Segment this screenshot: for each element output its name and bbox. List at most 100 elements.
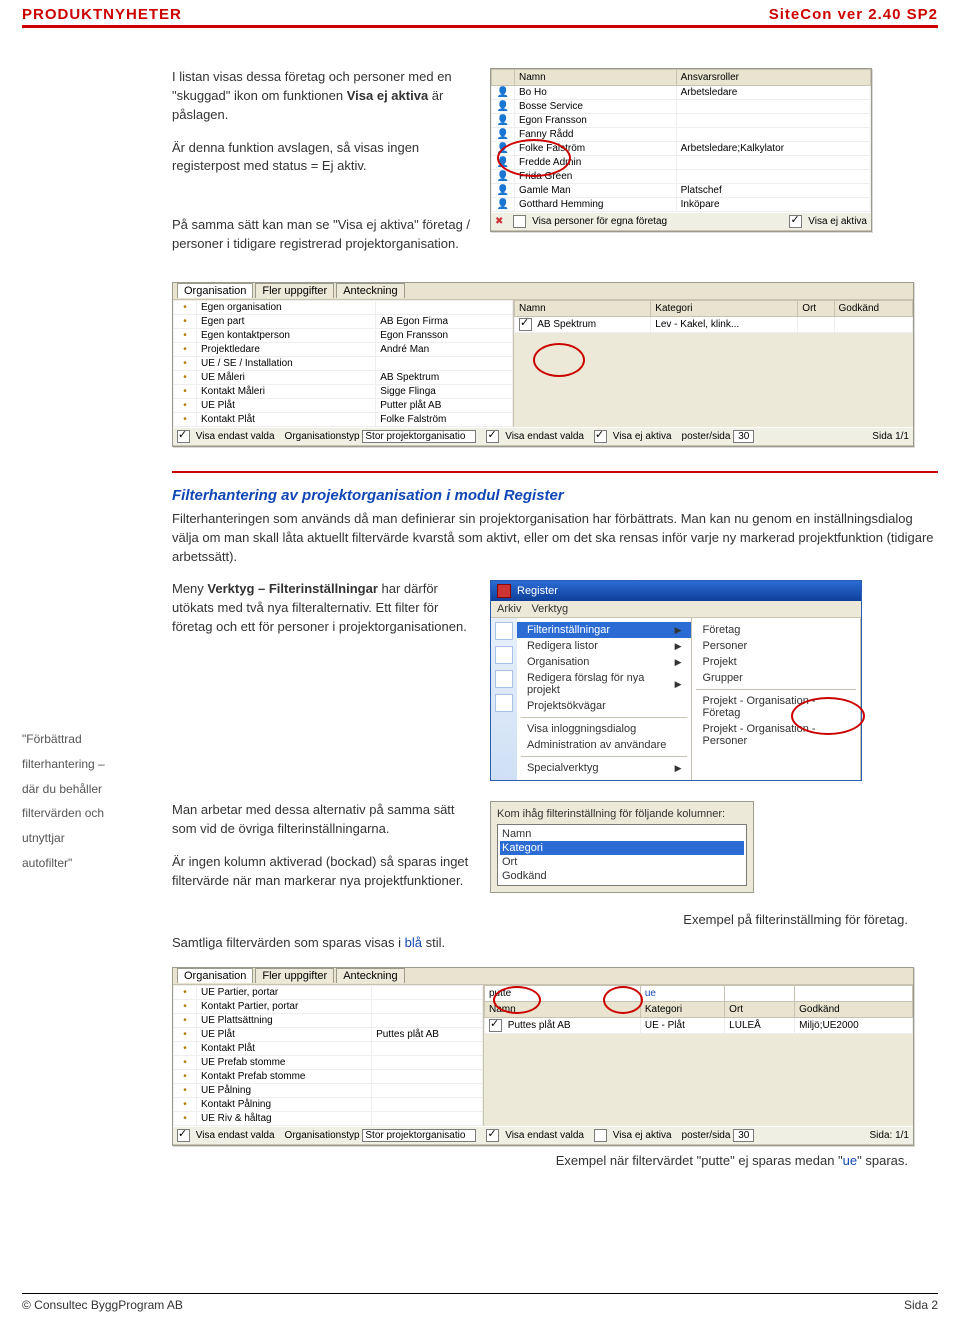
- table-row[interactable]: •Kontakt Prefab stomme: [174, 1069, 483, 1083]
- app-icon[interactable]: [495, 694, 513, 712]
- table-row[interactable]: 👤Fanny Rådd: [492, 128, 871, 142]
- menu-item[interactable]: Personer: [692, 638, 860, 654]
- menu-item[interactable]: Grupper: [692, 670, 860, 686]
- menu-item[interactable]: Organisation▶: [517, 654, 692, 670]
- dropdown[interactable]: Stor projektorganisatio: [362, 430, 476, 443]
- menu-item[interactable]: Redigera listor▶: [517, 638, 692, 654]
- app-icon[interactable]: [495, 670, 513, 688]
- menu-item[interactable]: Specialverktyg▶: [517, 760, 692, 776]
- side-quote-line: utnyttjar: [22, 827, 172, 850]
- table-row[interactable]: •UE Pålning: [174, 1083, 483, 1097]
- list-item[interactable]: Namn: [500, 827, 744, 841]
- section-heading: Filterhantering av projektorganisation i…: [172, 487, 938, 504]
- header-left: PRODUKTNYHETER: [22, 6, 182, 23]
- input-pagesize[interactable]: 30: [733, 430, 754, 443]
- menu-item[interactable]: Arkiv: [497, 603, 521, 615]
- table-row[interactable]: •Kontakt MåleriSigge Flinga: [174, 384, 513, 398]
- table-row[interactable]: 👤Folke FalströmArbetsledare;Kalkylator: [492, 142, 871, 156]
- delete-icon[interactable]: ✖: [495, 216, 503, 227]
- checkbox[interactable]: [594, 430, 607, 443]
- dropdown[interactable]: Stor projektorganisatio: [362, 1129, 476, 1142]
- table-row[interactable]: 👤Gotthard HemmingInköpare: [492, 198, 871, 212]
- table-row[interactable]: Puttes plåt ABUE - PlåtLULEÅMiljö;UE2000: [485, 1017, 913, 1033]
- person-icon: 👤: [492, 170, 515, 184]
- table-row[interactable]: 👤Egon Fransson: [492, 114, 871, 128]
- person-icon: 👤: [492, 142, 515, 156]
- table-row[interactable]: •UE PlåtPuttes plåt AB: [174, 1027, 483, 1041]
- menu-item[interactable]: Företag: [692, 622, 860, 638]
- side-quote-line: "Förbättrad: [22, 728, 172, 751]
- tab[interactable]: Anteckning: [336, 968, 404, 983]
- checkbox[interactable]: [789, 215, 802, 228]
- checkbox[interactable]: [486, 1129, 499, 1142]
- table-row[interactable]: 👤Frida Green: [492, 170, 871, 184]
- person-icon: 👤: [492, 86, 515, 100]
- tab[interactable]: Anteckning: [336, 283, 404, 298]
- checkbox[interactable]: [177, 430, 190, 443]
- menu-item[interactable]: Visa inloggningsdialog: [517, 721, 692, 737]
- list-item[interactable]: Kategori: [500, 841, 744, 855]
- side-quote-line: där du behåller: [22, 778, 172, 801]
- table-row[interactable]: 👤Fredde Admin: [492, 156, 871, 170]
- header-right: SiteCon ver 2.40 SP2: [769, 6, 938, 23]
- tab[interactable]: Fler uppgifter: [255, 968, 334, 983]
- person-icon: 👤: [492, 198, 515, 212]
- table-row[interactable]: •UE Plattsättning: [174, 1013, 483, 1027]
- table-row[interactable]: •Egen organisation: [174, 300, 513, 314]
- table-row[interactable]: •Egen kontaktpersonEgon Fransson: [174, 328, 513, 342]
- checkbox[interactable]: [594, 1129, 607, 1142]
- table-row[interactable]: AB SpektrumLev - Kakel, klink...: [515, 316, 913, 332]
- table-row[interactable]: •UE / SE / Installation: [174, 356, 513, 370]
- table-row[interactable]: 👤Bo HoArbetsledare: [492, 86, 871, 100]
- menu-item[interactable]: Projekt - Organisation - Personer: [692, 721, 860, 749]
- table-row[interactable]: •Kontakt Plåt: [174, 1041, 483, 1055]
- caption-org2: Exempel när filtervärdet "putte" ej spar…: [172, 1152, 908, 1171]
- app-icon[interactable]: [495, 622, 513, 640]
- menu-item[interactable]: Administration av användare: [517, 737, 692, 753]
- checkbox[interactable]: [177, 1129, 190, 1142]
- filter-input[interactable]: putte: [485, 985, 641, 1001]
- intro-p2: Är denna funktion avslagen, så visas ing…: [172, 139, 472, 177]
- table-row[interactable]: •Egen partAB Egon Firma: [174, 314, 513, 328]
- menu-item[interactable]: Redigera förslag för nya projekt▶: [517, 670, 692, 698]
- register-icon: [497, 584, 511, 598]
- section2-p4: Är ingen kolumn aktiverad (bockad) så sp…: [172, 853, 472, 891]
- table-row[interactable]: •UE Partier, portar: [174, 985, 483, 999]
- tab[interactable]: Fler uppgifter: [255, 283, 334, 298]
- screenshot-organisation: OrganisationFler uppgifterAnteckning •Eg…: [172, 282, 914, 447]
- filter-input[interactable]: [795, 985, 913, 1001]
- page-footer: © Consultec ByggProgram AB Sida 2: [22, 1293, 938, 1312]
- table-row[interactable]: •UE Riv & håltag: [174, 1111, 483, 1125]
- person-icon: 👤: [492, 128, 515, 142]
- app-icon[interactable]: [495, 646, 513, 664]
- table-row[interactable]: •UE MåleriAB Spektrum: [174, 370, 513, 384]
- intro-p1: I listan visas dessa företag och persone…: [172, 68, 472, 125]
- table-row[interactable]: 👤Gamle ManPlatschef: [492, 184, 871, 198]
- checkbox[interactable]: [513, 215, 526, 228]
- menu-item[interactable]: Projekt - Organisation - Företag: [692, 693, 860, 721]
- table-row[interactable]: •Kontakt Pålning: [174, 1097, 483, 1111]
- input-pagesize[interactable]: 30: [733, 1129, 754, 1142]
- table-row[interactable]: •UE Prefab stomme: [174, 1055, 483, 1069]
- screenshot-organisation-filter: OrganisationFler uppgifterAnteckning •UE…: [172, 967, 914, 1146]
- menu-item[interactable]: Verktyg: [531, 603, 568, 615]
- table-row[interactable]: 👤Bosse Service: [492, 100, 871, 114]
- screenshot-persons: NamnAnsvarsroller 👤Bo HoArbetsledare👤Bos…: [490, 68, 872, 232]
- table-row[interactable]: •Kontakt PlåtFolke Falström: [174, 412, 513, 426]
- tab[interactable]: Organisation: [177, 968, 253, 983]
- list-item[interactable]: Godkänd: [500, 869, 744, 883]
- filter-input[interactable]: [725, 985, 795, 1001]
- side-quote-line: autofilter": [22, 852, 172, 875]
- list-item[interactable]: Ort: [500, 855, 744, 869]
- tab[interactable]: Organisation: [177, 283, 253, 298]
- menu-item[interactable]: Projekt: [692, 654, 860, 670]
- table-row[interactable]: •ProjektledareAndré Man: [174, 342, 513, 356]
- filter-input[interactable]: ue: [640, 985, 724, 1001]
- divider: [172, 471, 938, 473]
- footer-right: Sida 2: [904, 1298, 938, 1312]
- checkbox[interactable]: [486, 430, 499, 443]
- table-row[interactable]: •UE PlåtPutter plåt AB: [174, 398, 513, 412]
- menu-item[interactable]: Projektsökvägar: [517, 698, 692, 714]
- table-row[interactable]: •Kontakt Partier, portar: [174, 999, 483, 1013]
- menu-item[interactable]: Filterinställningar▶: [517, 622, 692, 638]
